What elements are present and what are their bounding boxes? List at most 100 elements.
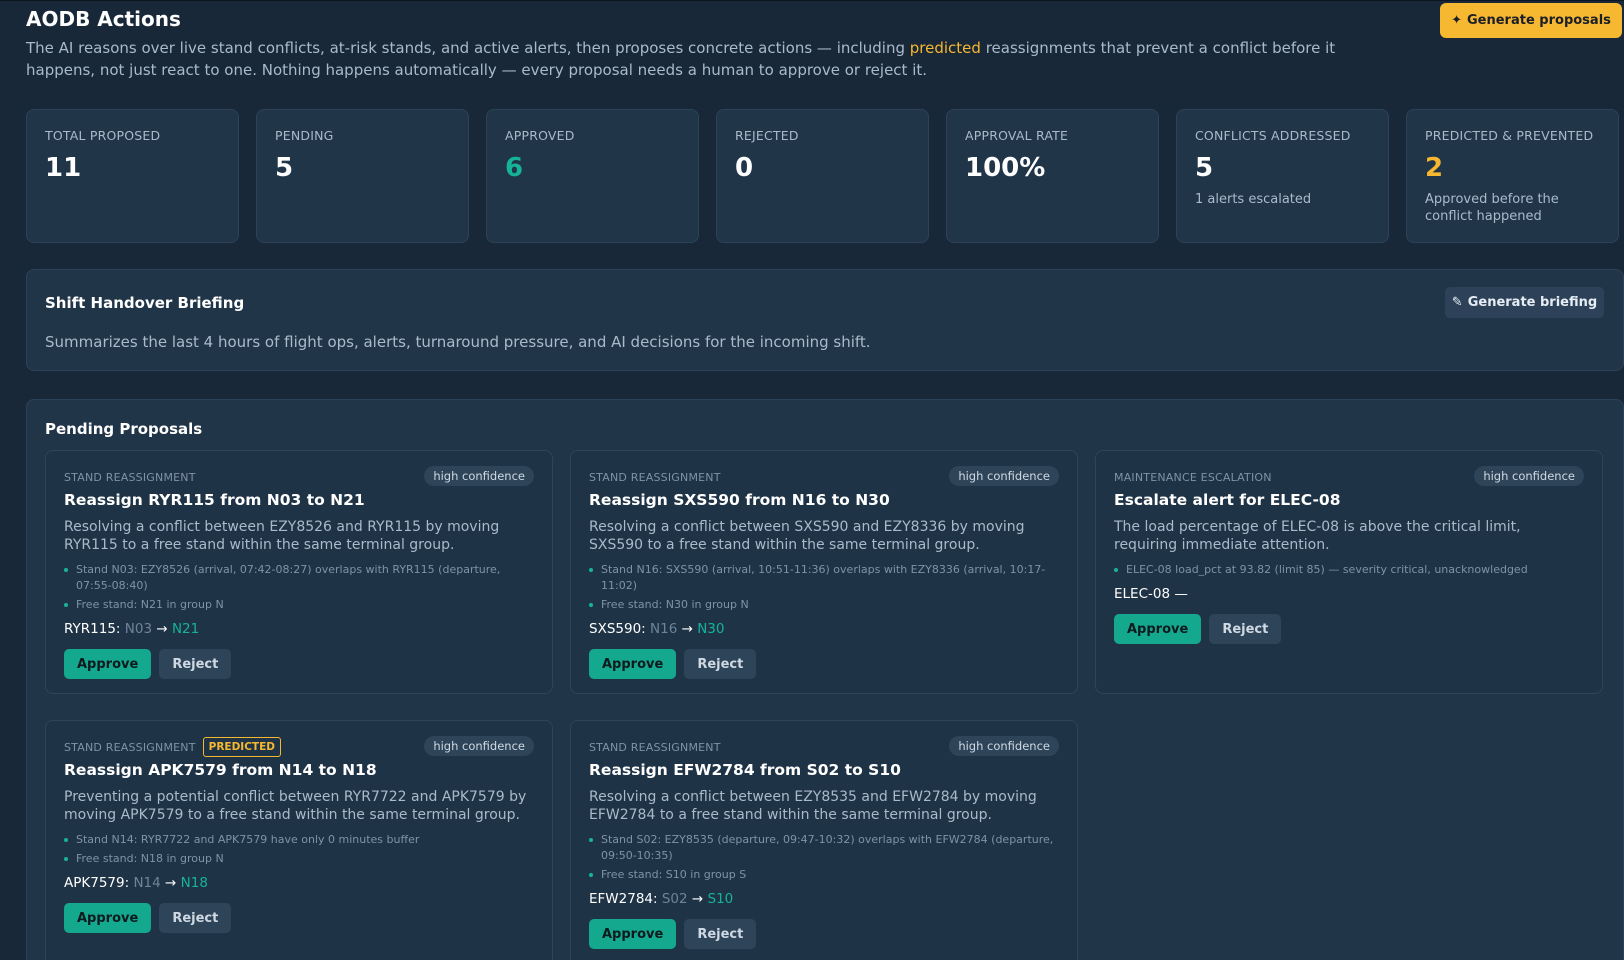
proposal-description: Preventing a potential conflict between … [64, 789, 527, 823]
evidence-item: Stand N03: EZY8526 (arrival, 07:42-08:27… [64, 562, 534, 594]
approve-button[interactable]: Approve [1114, 614, 1202, 644]
evidence-item: Stand N16: SXS590 (arrival, 10:51-11:36)… [589, 562, 1059, 594]
stat-rejected: REJECTED 0 [716, 109, 929, 243]
reject-button[interactable]: Reject [684, 919, 757, 949]
move-from: N03 [124, 621, 153, 637]
proposal-title: Reassign RYR115 from N03 to N21 [64, 491, 365, 509]
stat-value: 5 [275, 153, 294, 183]
stat-label: PENDING [275, 128, 334, 143]
evidence-text: Stand N14: RYR7722 and APK7579 have only… [76, 833, 420, 846]
stat-value: 6 [505, 153, 524, 183]
proposal-title: Reassign APK7579 from N14 to N18 [64, 761, 377, 779]
evidence-text: Stand N16: SXS590 (arrival, 10:51-11:36)… [601, 563, 1046, 592]
proposal-type: STAND REASSIGNMENT [589, 470, 721, 484]
proposal-card: STAND REASSIGNMENT high confidence Reass… [570, 450, 1078, 694]
move-from: S02 [661, 891, 688, 907]
proposal-card: MAINTENANCE ESCALATION high confidence E… [1095, 450, 1603, 694]
proposal-type: STAND REASSIGNMENT [64, 740, 196, 754]
stat-approval-rate: APPROVAL RATE 100% [946, 109, 1159, 243]
approve-button[interactable]: Approve [589, 919, 677, 949]
generate-proposals-button[interactable]: ✦ Generate proposals [1440, 3, 1622, 38]
move-flight: RYR115: [64, 621, 121, 637]
bullet-dot-icon [1114, 568, 1118, 572]
evidence-item: ELEC-08 load_pct at 93.82 (limit 85) — s… [1114, 562, 1584, 578]
evidence-item: Stand N14: RYR7722 and APK7579 have only… [64, 832, 534, 848]
briefing-title: Shift Handover Briefing [45, 294, 245, 312]
proposal-type: MAINTENANCE ESCALATION [1114, 470, 1272, 484]
stat-label: APPROVED [505, 128, 575, 143]
stat-label: TOTAL PROPOSED [45, 128, 161, 143]
move-to: N30 [697, 621, 725, 637]
proposal-description: The load percentage of ELEC-08 is above … [1114, 519, 1521, 553]
header: AODB Actions The AI reasons over live st… [26, 1, 1624, 105]
arrow-right-icon: → [165, 875, 177, 891]
evidence-list: Stand N14: RYR7722 and APK7579 have only… [64, 832, 534, 867]
proposal-card: STAND REASSIGNMENT PREDICTED high confid… [45, 720, 553, 960]
subtitle-part: The AI reasons over live stand conflicts… [26, 39, 910, 57]
pencil-icon: ✎ [1451, 295, 1463, 310]
arrow-right-icon: → [691, 891, 704, 907]
move-from: N14 [133, 875, 161, 891]
move-from: N16 [650, 621, 678, 637]
evidence-list: ELEC-08 load_pct at 93.82 (limit 85) — s… [1114, 562, 1584, 578]
evidence-list: Stand N03: EZY8526 (arrival, 07:42-08:27… [64, 562, 534, 613]
move-flight: EFW2784: [589, 891, 658, 907]
stat-sub: 1 alerts escalated [1195, 192, 1312, 207]
confidence-badge: high confidence [949, 466, 1059, 486]
evidence-item: Free stand: N30 in group N [589, 597, 1059, 613]
generate-briefing-label: Generate briefing [1467, 295, 1598, 310]
stat-label: APPROVAL RATE [965, 128, 1069, 143]
subtitle-highlight: predicted [909, 39, 981, 57]
bullet-dot-icon [64, 603, 68, 607]
approve-button[interactable]: Approve [589, 649, 677, 679]
evidence-text: ELEC-08 load_pct at 93.82 (limit 85) — s… [1126, 563, 1528, 576]
bullet-dot-icon [64, 857, 68, 861]
evidence-item: Free stand: N18 in group N [64, 851, 534, 867]
evidence-text: Free stand: N18 in group N [76, 852, 224, 865]
arrow-right-icon: → [156, 621, 168, 637]
proposal-title: Reassign EFW2784 from S02 to S10 [589, 761, 901, 779]
stat-value: 0 [735, 153, 754, 183]
stat-value: 2 [1425, 153, 1444, 183]
stat-predicted-prevented: PREDICTED & PREVENTED 2 Approved before … [1406, 109, 1619, 243]
confidence-badge: high confidence [424, 466, 534, 486]
stat-pending: PENDING 5 [256, 109, 469, 243]
stat-label: PREDICTED & PREVENTED [1425, 128, 1594, 143]
bullet-dot-icon [589, 568, 593, 572]
evidence-text: Free stand: N30 in group N [601, 598, 749, 611]
approve-button[interactable]: Approve [64, 649, 152, 679]
stat-conflicts-addressed: CONFLICTS ADDRESSED 5 1 alerts escalated [1176, 109, 1389, 243]
arrow-right-icon: → [681, 621, 693, 637]
evidence-text: Free stand: N21 in group N [76, 598, 224, 611]
proposal-card: STAND REASSIGNMENT high confidence Reass… [45, 450, 553, 694]
evidence-item: Stand S02: EZY8535 (departure, 09:47-10:… [589, 832, 1059, 864]
alert-target: ELEC-08 — [1114, 586, 1584, 602]
move-flight: APK7579: [64, 875, 130, 891]
reject-button[interactable]: Reject [1209, 614, 1282, 644]
page-title: AODB Actions [26, 7, 181, 31]
move-flight: ELEC-08 — [1114, 586, 1188, 602]
stat-sub: Approved before the conflict happened [1425, 192, 1559, 224]
bullet-dot-icon [589, 838, 593, 842]
proposal-description: Resolving a conflict between EZY8526 and… [64, 519, 500, 553]
generate-briefing-button[interactable]: ✎ Generate briefing [1445, 287, 1604, 318]
evidence-list: Stand N16: SXS590 (arrival, 10:51-11:36)… [589, 562, 1059, 613]
reject-button[interactable]: Reject [159, 649, 232, 679]
approve-button[interactable]: Approve [64, 903, 152, 933]
move-to: N18 [180, 875, 208, 891]
evidence-item: Free stand: S10 in group S [589, 867, 1059, 883]
evidence-list: Stand S02: EZY8535 (departure, 09:47-10:… [589, 832, 1059, 883]
bullet-dot-icon [64, 838, 68, 842]
reject-button[interactable]: Reject [159, 903, 232, 933]
confidence-badge: high confidence [424, 736, 534, 756]
move-flight: SXS590: [589, 621, 646, 637]
confidence-badge: high confidence [949, 736, 1059, 756]
reject-button[interactable]: Reject [684, 649, 757, 679]
stat-approved: APPROVED 6 [486, 109, 699, 243]
proposal-actions: Approve Reject [64, 649, 534, 679]
proposal-title: Reassign SXS590 from N16 to N30 [589, 491, 890, 509]
proposal-card: STAND REASSIGNMENT high confidence Reass… [570, 720, 1078, 960]
stats-row: TOTAL PROPOSED 11 PENDING 5 APPROVED 6 R… [26, 109, 1624, 243]
evidence-item: Free stand: N21 in group N [64, 597, 534, 613]
proposal-description: Resolving a conflict between EZY8535 and… [589, 789, 1037, 823]
